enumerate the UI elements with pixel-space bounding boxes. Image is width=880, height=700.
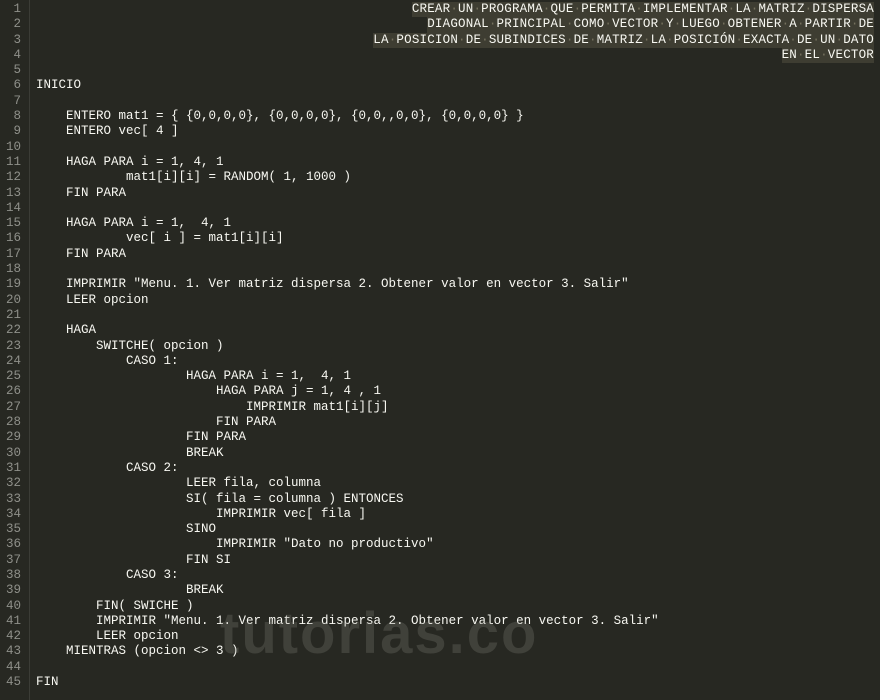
line-number: 35 <box>4 522 21 537</box>
code-line[interactable]: BREAK <box>36 446 874 461</box>
line-number: 41 <box>4 614 21 629</box>
line-number: 23 <box>4 339 21 354</box>
code-line[interactable]: FIN PARA <box>36 430 874 445</box>
code-line[interactable]: BREAK <box>36 583 874 598</box>
line-number: 3 <box>4 33 21 48</box>
line-number: 15 <box>4 216 21 231</box>
line-number: 33 <box>4 492 21 507</box>
comment-text: EN·EL·VECTOR <box>782 48 874 63</box>
code-line[interactable]: IMPRIMIR vec[ fila ] <box>36 507 874 522</box>
line-number: 39 <box>4 583 21 598</box>
code-line[interactable] <box>36 660 874 675</box>
line-number: 30 <box>4 446 21 461</box>
code-line[interactable]: IMPRIMIR "Menu. 1. Ver matriz dispersa 2… <box>36 614 874 629</box>
line-number: 28 <box>4 415 21 430</box>
line-number: 26 <box>4 384 21 399</box>
line-number: 45 <box>4 675 21 690</box>
code-area[interactable]: CREAR·UN·PROGRAMA·QUE·PERMITA·IMPLEMENTA… <box>30 0 880 700</box>
code-line[interactable] <box>36 201 874 216</box>
code-line[interactable] <box>36 140 874 155</box>
code-line[interactable]: ENTERO vec[ 4 ] <box>36 124 874 139</box>
code-line[interactable]: FIN <box>36 675 874 690</box>
code-line[interactable]: LEER opcion <box>36 629 874 644</box>
line-number: 42 <box>4 629 21 644</box>
line-number: 29 <box>4 430 21 445</box>
code-line[interactable]: CASO 2: <box>36 461 874 476</box>
line-number: 13 <box>4 186 21 201</box>
code-line[interactable]: INICIO <box>36 78 874 93</box>
code-line[interactable]: FIN SI <box>36 553 874 568</box>
line-number: 10 <box>4 140 21 155</box>
line-number: 22 <box>4 323 21 338</box>
code-line[interactable]: vec[ i ] = mat1[i][i] <box>36 231 874 246</box>
code-line[interactable] <box>36 63 874 78</box>
line-number: 1 <box>4 2 21 17</box>
line-number: 14 <box>4 201 21 216</box>
line-number: 21 <box>4 308 21 323</box>
code-line[interactable]: mat1[i][i] = RANDOM( 1, 1000 ) <box>36 170 874 185</box>
code-line[interactable]: HAGA PARA i = 1, 4, 1 <box>36 369 874 384</box>
code-line[interactable]: CASO 3: <box>36 568 874 583</box>
code-line[interactable]: CASO 1: <box>36 354 874 369</box>
code-line[interactable]: FIN PARA <box>36 186 874 201</box>
line-number: 18 <box>4 262 21 277</box>
line-number: 4 <box>4 48 21 63</box>
code-line[interactable]: LEER fila, columna <box>36 476 874 491</box>
code-line[interactable]: MIENTRAS (opcion <> 3 ) <box>36 644 874 659</box>
code-line[interactable] <box>36 308 874 323</box>
line-number: 25 <box>4 369 21 384</box>
line-number: 38 <box>4 568 21 583</box>
line-number: 37 <box>4 553 21 568</box>
comment-text: LA·POSICION·DE·SUBINDICES·DE·MATRIZ·LA·P… <box>373 33 874 48</box>
line-number: 5 <box>4 63 21 78</box>
code-line[interactable]: LA·POSICION·DE·SUBINDICES·DE·MATRIZ·LA·P… <box>36 33 874 48</box>
code-line[interactable] <box>36 262 874 277</box>
line-number-gutter: 1234567891011121314151617181920212223242… <box>0 0 30 700</box>
code-line[interactable]: SI( fila = columna ) ENTONCES <box>36 492 874 507</box>
line-number: 44 <box>4 660 21 675</box>
code-line[interactable]: IMPRIMIR mat1[i][j] <box>36 400 874 415</box>
code-line[interactable]: FIN PARA <box>36 415 874 430</box>
line-number: 27 <box>4 400 21 415</box>
line-number: 7 <box>4 94 21 109</box>
line-number: 36 <box>4 537 21 552</box>
code-line[interactable]: IMPRIMIR "Dato no productivo" <box>36 537 874 552</box>
code-line[interactable]: HAGA PARA j = 1, 4 , 1 <box>36 384 874 399</box>
line-number: 17 <box>4 247 21 262</box>
code-line[interactable]: FIN PARA <box>36 247 874 262</box>
code-line[interactable]: HAGA PARA i = 1, 4, 1 <box>36 216 874 231</box>
code-line[interactable]: DIAGONAL·PRINCIPAL·COMO·VECTOR·Y·LUEGO·O… <box>36 17 874 32</box>
code-line[interactable]: SWITCHE( opcion ) <box>36 339 874 354</box>
code-line[interactable]: IMPRIMIR "Menu. 1. Ver matriz dispersa 2… <box>36 277 874 292</box>
code-line[interactable]: SINO <box>36 522 874 537</box>
comment-text: CREAR·UN·PROGRAMA·QUE·PERMITA·IMPLEMENTA… <box>412 2 874 17</box>
code-line[interactable]: LEER opcion <box>36 293 874 308</box>
line-number: 16 <box>4 231 21 246</box>
line-number: 34 <box>4 507 21 522</box>
line-number: 6 <box>4 78 21 93</box>
comment-text: DIAGONAL·PRINCIPAL·COMO·VECTOR·Y·LUEGO·O… <box>427 17 874 32</box>
line-number: 2 <box>4 17 21 32</box>
line-number: 43 <box>4 644 21 659</box>
code-line[interactable] <box>36 94 874 109</box>
line-number: 32 <box>4 476 21 491</box>
line-number: 31 <box>4 461 21 476</box>
line-number: 12 <box>4 170 21 185</box>
line-number: 8 <box>4 109 21 124</box>
line-number: 19 <box>4 277 21 292</box>
code-line[interactable]: HAGA PARA i = 1, 4, 1 <box>36 155 874 170</box>
line-number: 11 <box>4 155 21 170</box>
code-line[interactable]: FIN( SWICHE ) <box>36 599 874 614</box>
code-line[interactable]: ENTERO mat1 = { {0,0,0,0}, {0,0,0,0}, {0… <box>36 109 874 124</box>
code-line[interactable]: CREAR·UN·PROGRAMA·QUE·PERMITA·IMPLEMENTA… <box>36 2 874 17</box>
line-number: 20 <box>4 293 21 308</box>
code-line[interactable]: HAGA <box>36 323 874 338</box>
line-number: 40 <box>4 599 21 614</box>
line-number: 24 <box>4 354 21 369</box>
code-editor[interactable]: 1234567891011121314151617181920212223242… <box>0 0 880 700</box>
code-line[interactable]: EN·EL·VECTOR <box>36 48 874 63</box>
line-number: 9 <box>4 124 21 139</box>
